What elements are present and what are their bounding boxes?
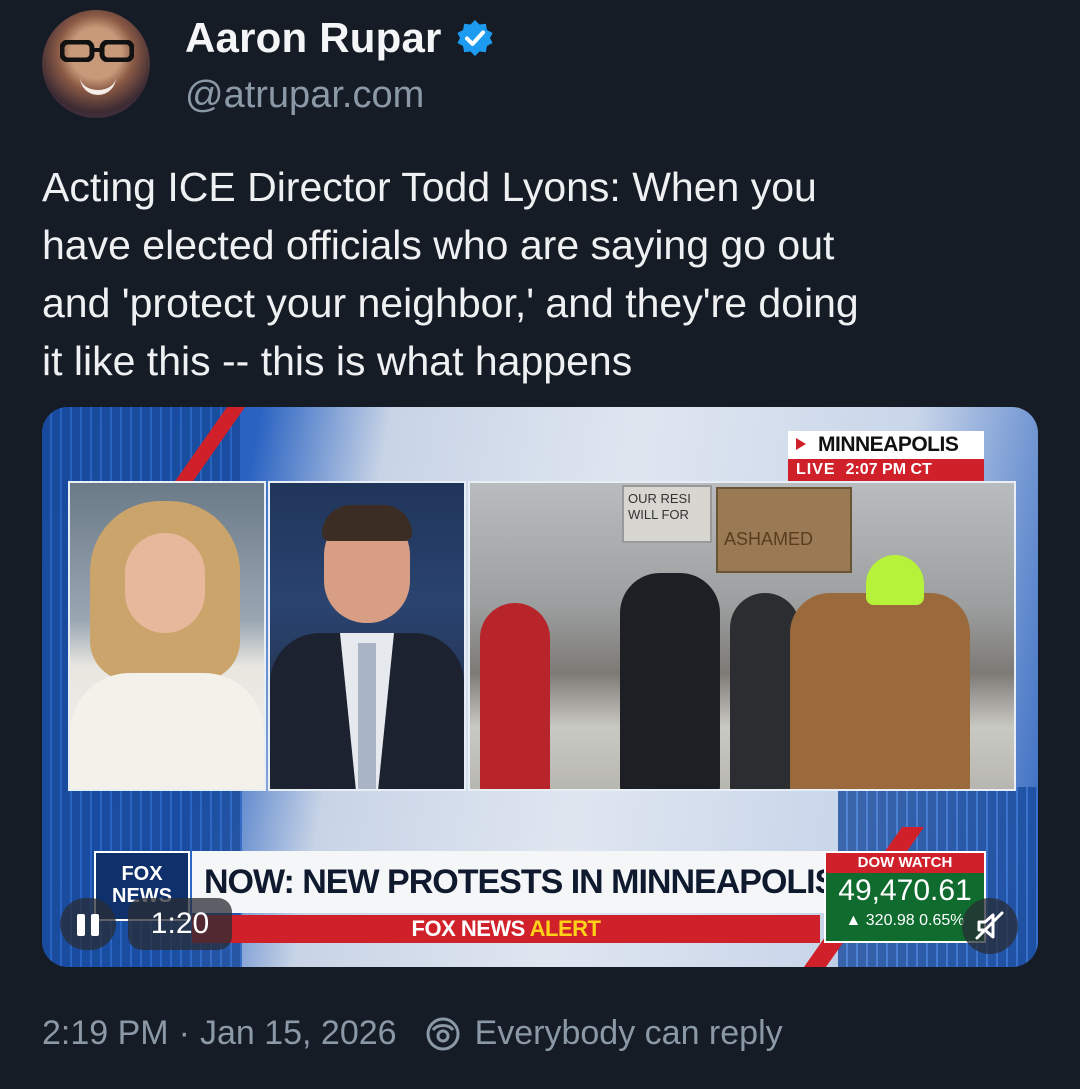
play-triangle-icon — [796, 438, 806, 450]
reply-setting-icon — [426, 1017, 460, 1050]
live-indicator: LIVE 2:07 PM CT — [788, 459, 984, 481]
alert-label: ALERT — [529, 916, 601, 941]
pause-button[interactable] — [60, 898, 116, 950]
anchor-clothing — [70, 673, 264, 789]
pause-icon — [77, 914, 85, 936]
post-text-line: Acting ICE Director Todd Lyons: When you — [42, 164, 817, 210]
verified-badge-icon — [457, 20, 493, 56]
meta-separator: · — [178, 1014, 190, 1052]
post-text-line: have elected officials who are saying go… — [42, 222, 835, 268]
protester — [620, 573, 720, 789]
author-line: Aaron Rupar — [185, 14, 494, 62]
live-label: LIVE — [796, 461, 836, 478]
protest-sign-text: ASHAMED — [724, 529, 814, 549]
avatar-smile — [80, 76, 116, 95]
pause-icon — [91, 914, 99, 936]
dow-change: ▲ 320.98 0.65% — [845, 912, 965, 929]
post-date[interactable]: Jan 15, 2026 — [200, 1014, 397, 1053]
post-text: Acting ICE Director Todd Lyons: When you… — [42, 158, 1042, 390]
video-player[interactable]: OUR RESI WILL FOR ASHAMED MINNEAPOLIS LI… — [42, 407, 1038, 967]
guest-hair — [322, 505, 412, 541]
alert-bar: FOX NEWS ALERT — [192, 915, 820, 943]
guest-tie — [358, 643, 376, 789]
glasses-icon — [60, 40, 134, 62]
post-text-line: and 'protect your neighbor,' and they're… — [42, 280, 859, 326]
post-time[interactable]: 2:19 PM — [42, 1014, 169, 1053]
protester — [480, 603, 550, 789]
location-label: MINNEAPOLIS — [818, 433, 959, 456]
author-handle[interactable]: @atrupar.com — [185, 74, 424, 117]
headline-bar: NOW: NEW PROTESTS IN MINNEAPOLIS — [192, 851, 832, 913]
post-meta: 2:19 PM · Jan 15, 2026 Everybody can rep… — [42, 1014, 783, 1053]
post-text-line: it like this -- this is what happens — [42, 338, 633, 384]
protester-hat — [866, 555, 924, 605]
guest-panel — [268, 481, 466, 791]
mute-icon — [975, 911, 1004, 940]
protest-sign: OUR RESI WILL FOR — [622, 485, 712, 543]
protest-footage-panel: OUR RESI WILL FOR ASHAMED — [468, 481, 1016, 791]
dow-label: DOW WATCH — [826, 853, 984, 873]
elapsed-time: 1:20 — [128, 898, 232, 950]
author-name[interactable]: Aaron Rupar — [185, 14, 442, 62]
dow-value: 49,470.61 — [838, 874, 972, 907]
logo-text: FOX — [121, 863, 163, 885]
mute-button[interactable] — [962, 898, 1018, 954]
avatar[interactable] — [42, 10, 150, 118]
protest-sign-text: OUR RESI WILL FOR — [628, 491, 691, 522]
location-name: MINNEAPOLIS — [788, 431, 984, 459]
live-time: 2:07 PM CT — [845, 461, 932, 478]
protester — [790, 593, 970, 789]
alert-brand: FOX NEWS — [411, 916, 526, 941]
location-bug: MINNEAPOLIS LIVE 2:07 PM CT — [788, 431, 984, 481]
anchor-face — [125, 533, 205, 633]
protest-sign: ASHAMED — [716, 487, 852, 573]
reply-setting: Everybody can reply — [474, 1014, 783, 1052]
anchor-panel — [68, 481, 266, 791]
